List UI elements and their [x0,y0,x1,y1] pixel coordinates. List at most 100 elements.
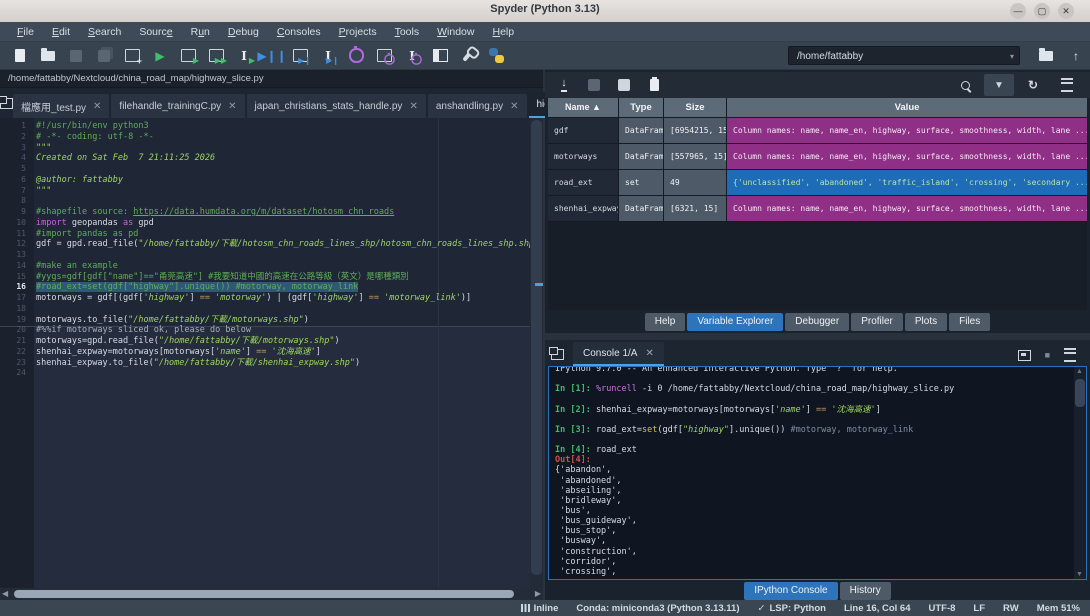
editor-tab[interactable]: 檔應用_test.py✕ [13,94,109,118]
table-row[interactable]: motorwaysDataFrame[557965, 15]Column nam… [548,144,1087,169]
code-line[interactable]: 16#road_ext=set(gdf["highway"].unique())… [0,282,530,293]
variable-type[interactable]: set [619,170,663,195]
tab-profiler[interactable]: Profiler [851,313,903,331]
menu-window[interactable]: Window [428,26,483,38]
import-data-icon[interactable]: ↓ [549,74,579,96]
debug-selection-icon[interactable]: I▶❙ [314,45,342,67]
table-row[interactable]: gdfDataFrame[6954215, 15]Column names: n… [548,118,1087,143]
editor-tab[interactable]: anshandling.py✕ [428,94,527,118]
browse-tabs-icon[interactable] [545,342,569,366]
column-header-type[interactable]: Type [619,98,663,117]
refresh-icon[interactable]: ↻ [1018,74,1048,96]
variable-value[interactable]: {'unclassified', 'abandoned', 'traffic_i… [727,170,1087,195]
variable-value[interactable]: Column names: name, name_en, highway, su… [727,118,1087,143]
code-line[interactable]: 1#!/usr/bin/env python3 [0,121,530,132]
open-file-icon[interactable] [34,45,62,67]
run-file-icon[interactable]: ▶ [146,45,174,67]
browse-tabs-icon[interactable] [0,91,13,115]
variable-table[interactable]: Name ▲TypeSizeValuegdfDataFrame[6954215,… [548,98,1087,222]
run-cell-icon[interactable]: ▶ [174,45,202,67]
code-line[interactable]: 11#import pandas as pd [0,229,530,240]
editor-tab[interactable]: filehandle_trainingC.py✕ [111,94,244,118]
code-line[interactable]: 13 [0,250,530,261]
debug-file-icon[interactable]: ▶❙❙ [258,45,286,67]
detach-console-icon[interactable] [1018,350,1031,361]
variable-size[interactable]: 49 [664,170,726,195]
close-icon[interactable]: ✕ [409,101,417,112]
menu-debug[interactable]: Debug [219,26,268,38]
tab-debugger[interactable]: Debugger [785,313,849,331]
code-line[interactable]: 19motorways.to_file("/home/fattabby/下載/m… [0,315,530,326]
tab-plots[interactable]: Plots [905,313,947,331]
close-icon[interactable]: ✕ [645,348,653,359]
menu-tools[interactable]: Tools [386,26,429,38]
menu-edit[interactable]: Edit [43,26,79,38]
scrollbar-thumb[interactable] [14,590,514,598]
variable-size[interactable]: [6954215, 15] [664,118,726,143]
profile-file-icon[interactable] [342,45,370,67]
code-line[interactable]: 15#yygs=gdf[gdf["name"]=="甬莞高速"] #我要知道中國… [0,272,530,283]
code-line[interactable]: 9#shapefile source: https://data.humdata… [0,207,530,218]
profile-cell-icon[interactable] [370,45,398,67]
table-row[interactable]: road_extset49{'unclassified', 'abandoned… [548,170,1087,195]
editor-vertical-scrollbar[interactable] [530,118,543,588]
column-header-size[interactable]: Size [664,98,726,117]
menu-run[interactable]: Run [182,26,219,38]
variable-name[interactable]: motorways [548,144,618,169]
code-line[interactable]: 18 [0,304,530,315]
search-icon[interactable] [950,74,980,96]
close-icon[interactable]: ✕ [228,101,236,112]
tab-files[interactable]: Files [949,313,990,331]
editor-horizontal-scrollbar[interactable]: ◀ ▶ [0,588,543,600]
interrupt-kernel-icon[interactable]: ■ [1045,350,1050,360]
code-line[interactable]: 4Created on Sat Feb 7 21:11:25 2026 [0,153,530,164]
code-editor[interactable]: 1#!/usr/bin/env python32# -*- coding: ut… [0,118,543,588]
variable-value[interactable]: Column names: name, name_en, highway, su… [727,144,1087,169]
code-line[interactable]: 22shenhai_expway=motorways[motorways['na… [0,347,530,358]
scroll-left-arrow-icon[interactable]: ◀ [2,589,8,598]
code-line[interactable]: 10import geopandas as gpd [0,218,530,229]
code-line[interactable]: 20#%%if motorways sliced ok, please do b… [0,325,530,336]
code-line[interactable]: 21motorways=gpd.read_file("/home/fattabb… [0,336,530,347]
close-icon[interactable]: ✕ [93,101,101,112]
editor-tab[interactable]: japan_christians_stats_handle.py✕ [247,94,426,118]
save-data-as-icon[interactable] [609,74,639,96]
console-tab[interactable]: Console 1/A ✕ [573,342,664,366]
menu-source[interactable]: Source [130,26,181,38]
minimize-button[interactable]: — [1010,3,1026,19]
browse-directory-icon[interactable] [1032,45,1060,67]
variable-explorer-options-menu-icon[interactable] [1052,74,1082,96]
variable-type[interactable]: DataFrame [619,118,663,143]
variable-size[interactable]: [6321, 15] [664,196,726,221]
code-line[interactable]: 12gdf = gpd.read_file("/home/fattabby/下載… [0,239,530,250]
preferences-icon[interactable] [454,45,482,67]
code-line[interactable]: 2# -*- coding: utf-8 -*- [0,132,530,143]
scroll-up-arrow-icon[interactable]: ▲ [1076,368,1083,375]
tab-help[interactable]: Help [645,313,686,331]
variable-type[interactable]: DataFrame [619,144,663,169]
variable-name[interactable]: shenhai_expway [548,196,618,221]
code-line[interactable]: 23shenhai_expway.to_file("/home/fattabby… [0,358,530,369]
working-directory-combobox[interactable]: /home/fattabby ▾ [788,46,1020,65]
scroll-down-arrow-icon[interactable]: ▼ [1076,571,1083,578]
pane-splitter[interactable] [545,333,1090,340]
column-header-name[interactable]: Name ▲ [548,98,618,117]
scrollbar-thumb[interactable] [1075,379,1085,407]
run-selection-icon[interactable]: I▶ [230,45,258,67]
console-options-menu-icon[interactable] [1064,348,1076,362]
scrollbar-thumb[interactable] [531,120,542,575]
variable-type[interactable]: DataFrame [619,196,663,221]
variable-name[interactable]: gdf [548,118,618,143]
variable-value[interactable]: Column names: name, name_en, highway, su… [727,196,1087,221]
parent-directory-icon[interactable]: ↑ [1062,45,1090,67]
code-line[interactable]: 17motorways = gdf[(gdf['highway'] == 'mo… [0,293,530,304]
variable-name[interactable]: road_ext [548,170,618,195]
code-line[interactable]: 24 [0,368,530,379]
code-line[interactable]: 5 [0,164,530,175]
debug-cell-icon[interactable]: ▶❙ [286,45,314,67]
code-line[interactable]: 6@author: fattabby [0,175,530,186]
maximize-button[interactable]: ▢ [1034,3,1050,19]
code-line[interactable]: 14#make an example [0,261,530,272]
chevron-down-icon[interactable]: ▾ [1010,47,1014,66]
profile-selection-icon[interactable]: I [398,45,426,67]
